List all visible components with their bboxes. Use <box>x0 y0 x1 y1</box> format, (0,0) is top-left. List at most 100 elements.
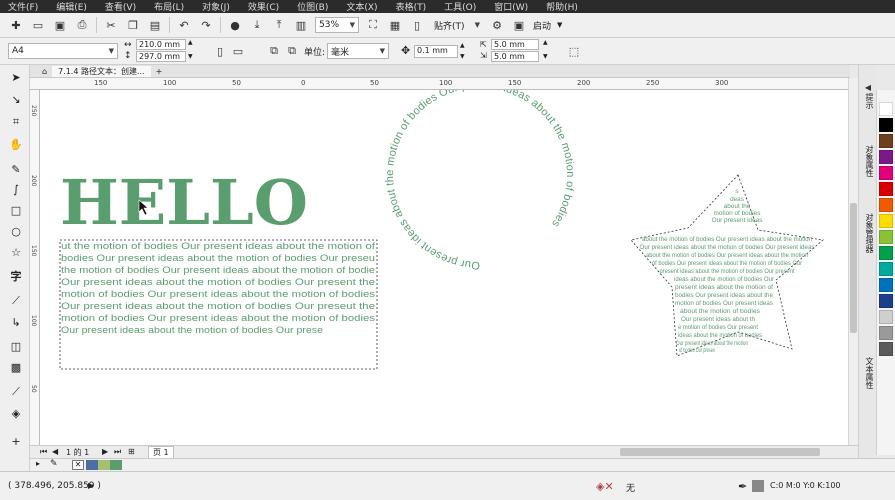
color-swatch[interactable] <box>879 246 893 260</box>
color-swatch[interactable] <box>879 262 893 276</box>
save-icon[interactable]: ▣ <box>52 17 68 33</box>
circle-path-text[interactable]: Our present ideas about the motion of bo… <box>384 90 576 271</box>
menu-item[interactable]: 文本(X) <box>346 0 377 13</box>
landscape-icon[interactable]: ▭ <box>230 43 246 59</box>
paste-icon[interactable]: ▤ <box>147 17 163 33</box>
spin-down-icon[interactable]: ▼ <box>460 53 465 60</box>
document-color-swatch[interactable] <box>110 460 122 470</box>
units-select[interactable]: 毫米 ▼ <box>327 43 389 59</box>
paragraph-text[interactable]: ut the motion of bodies Our present idea… <box>61 241 375 336</box>
page-width-field[interactable]: 210.0 mm <box>136 39 186 50</box>
shape-tool-icon[interactable]: ↘ <box>8 91 24 107</box>
color-swatch[interactable] <box>879 342 893 356</box>
copy-icon[interactable]: ❐ <box>125 17 141 33</box>
polygon-tool-icon[interactable]: ☆ <box>8 244 24 260</box>
color-swatch[interactable] <box>879 326 893 340</box>
vertical-scrollbar-thumb[interactable] <box>850 203 857 333</box>
no-color-swatch[interactable]: ✕ <box>72 460 84 470</box>
spin-down-icon[interactable]: ▼ <box>543 53 548 60</box>
menu-item[interactable]: 布局(L) <box>154 0 184 13</box>
docker-tab-object-manager[interactable]: 对象管理器 <box>861 213 875 253</box>
interactive-fill-icon[interactable]: ◈ <box>8 405 24 421</box>
all-pages-icon[interactable]: ⧉ <box>266 43 282 59</box>
rectangle-tool-icon[interactable]: □ <box>8 202 24 218</box>
portrait-icon[interactable]: ▯ <box>212 43 228 59</box>
menu-item[interactable]: 效果(C) <box>248 0 279 13</box>
color-swatch[interactable] <box>879 118 893 132</box>
connector-tool-icon[interactable]: ↳ <box>8 314 24 330</box>
spin-down-icon[interactable]: ▼ <box>188 53 193 60</box>
full-screen-icon[interactable]: ⛶ <box>365 17 381 33</box>
menu-item[interactable]: 编辑(E) <box>56 0 87 13</box>
open-folder-icon[interactable]: ▭ <box>30 17 46 33</box>
star-text[interactable]: s deas about the motion of bodies Our pr… <box>640 188 815 354</box>
previous-page-icon[interactable]: ◀ <box>52 447 58 456</box>
palette-arrow-icon[interactable]: ▸ <box>36 459 40 468</box>
export-icon[interactable]: ⤒ <box>271 17 287 33</box>
new-document-icon[interactable]: ✚ <box>8 17 24 33</box>
home-icon[interactable]: ⌂ <box>42 67 47 76</box>
duplicate-distance-y-field[interactable]: 5.0 mm <box>491 51 539 62</box>
show-rulers-icon[interactable]: ▯ <box>409 17 425 33</box>
options-gear-icon[interactable]: ⚙ <box>489 17 505 33</box>
drawing-canvas[interactable]: HELLO ut the motion of bodies Our presen… <box>40 90 848 445</box>
menu-item[interactable]: 工具(O) <box>444 0 476 13</box>
hello-artistic-text[interactable]: HELLO <box>60 166 308 239</box>
docker-tab-hints[interactable]: 提示 <box>861 93 875 109</box>
duplicate-distance-x-field[interactable]: 5.0 mm <box>491 39 539 50</box>
vertical-ruler[interactable]: 250 200 150 100 50 <box>30 90 40 445</box>
menu-item[interactable]: 查看(V) <box>105 0 136 13</box>
document-color-swatch[interactable] <box>98 460 110 470</box>
document-color-swatch[interactable] <box>86 460 98 470</box>
color-swatch[interactable] <box>879 310 893 324</box>
print-icon[interactable]: ⎙ <box>74 17 90 33</box>
eyedropper-icon[interactable]: ⟋ <box>8 384 24 400</box>
publish-pdf-icon[interactable]: ▥ <box>293 17 309 33</box>
color-swatch[interactable] <box>879 198 893 212</box>
horizontal-scrollbar-thumb[interactable] <box>620 448 820 456</box>
color-swatch[interactable] <box>879 134 893 148</box>
menu-item[interactable]: 对象(J) <box>202 0 230 13</box>
zoom-level-select[interactable]: 53% ▼ <box>315 17 359 33</box>
undo-icon[interactable]: ↶ <box>176 17 192 33</box>
current-page-icon[interactable]: ⧉ <box>284 43 300 59</box>
search-content-icon[interactable]: ● <box>227 17 243 33</box>
menu-item[interactable]: 位图(B) <box>297 0 328 13</box>
color-swatch[interactable] <box>879 166 893 180</box>
docker-tab-text-properties[interactable]: 文本属性 <box>861 357 875 389</box>
redo-icon[interactable]: ↷ <box>198 17 214 33</box>
launch-label[interactable]: 启动 <box>533 19 551 32</box>
color-swatch[interactable] <box>879 294 893 308</box>
add-tool-icon[interactable]: + <box>8 433 24 449</box>
crop-tool-icon[interactable]: ⌗ <box>8 114 24 130</box>
ellipse-tool-icon[interactable]: ○ <box>8 223 24 239</box>
color-swatch[interactable] <box>879 150 893 164</box>
snap-to-menu[interactable]: 贴齐(T) ▼ <box>431 17 483 33</box>
eyedropper-icon[interactable]: ✎ <box>50 459 58 469</box>
first-page-icon[interactable]: ⏮ <box>40 447 47 457</box>
spin-up-icon[interactable]: ▲ <box>188 39 193 46</box>
menu-item[interactable]: 窗口(W) <box>494 0 528 13</box>
new-tab-icon[interactable]: + <box>156 67 163 76</box>
artistic-media-icon[interactable]: ∫ <box>8 181 24 197</box>
color-swatch[interactable] <box>879 102 893 116</box>
cut-icon[interactable]: ✂ <box>103 17 119 33</box>
page-size-select[interactable]: A4 ▼ <box>8 43 118 59</box>
drop-shadow-icon[interactable]: ◫ <box>8 338 24 354</box>
color-swatch[interactable] <box>879 214 893 228</box>
status-arrow-icon[interactable]: ▶ <box>88 481 94 490</box>
color-swatch[interactable] <box>879 278 893 292</box>
freehand-tool-icon[interactable]: ✎ <box>8 161 24 177</box>
menu-item[interactable]: 表格(T) <box>396 0 427 13</box>
transparency-tool-icon[interactable]: ▩ <box>8 359 24 375</box>
color-swatch[interactable] <box>879 182 893 196</box>
page-height-field[interactable]: 297.0 mm <box>136 51 186 62</box>
menu-item[interactable]: 帮助(H) <box>546 0 578 13</box>
pick-tool-icon[interactable]: ➤ <box>8 69 24 85</box>
last-page-icon[interactable]: ⏭ <box>114 447 121 457</box>
menu-item[interactable]: 文件(F) <box>8 0 38 13</box>
spin-up-icon[interactable]: ▲ <box>543 39 548 46</box>
chevron-down-icon[interactable]: ▼ <box>557 21 562 29</box>
nudge-distance-field[interactable]: 0.1 mm <box>414 45 458 58</box>
pan-tool-icon[interactable]: ✋ <box>8 136 24 152</box>
